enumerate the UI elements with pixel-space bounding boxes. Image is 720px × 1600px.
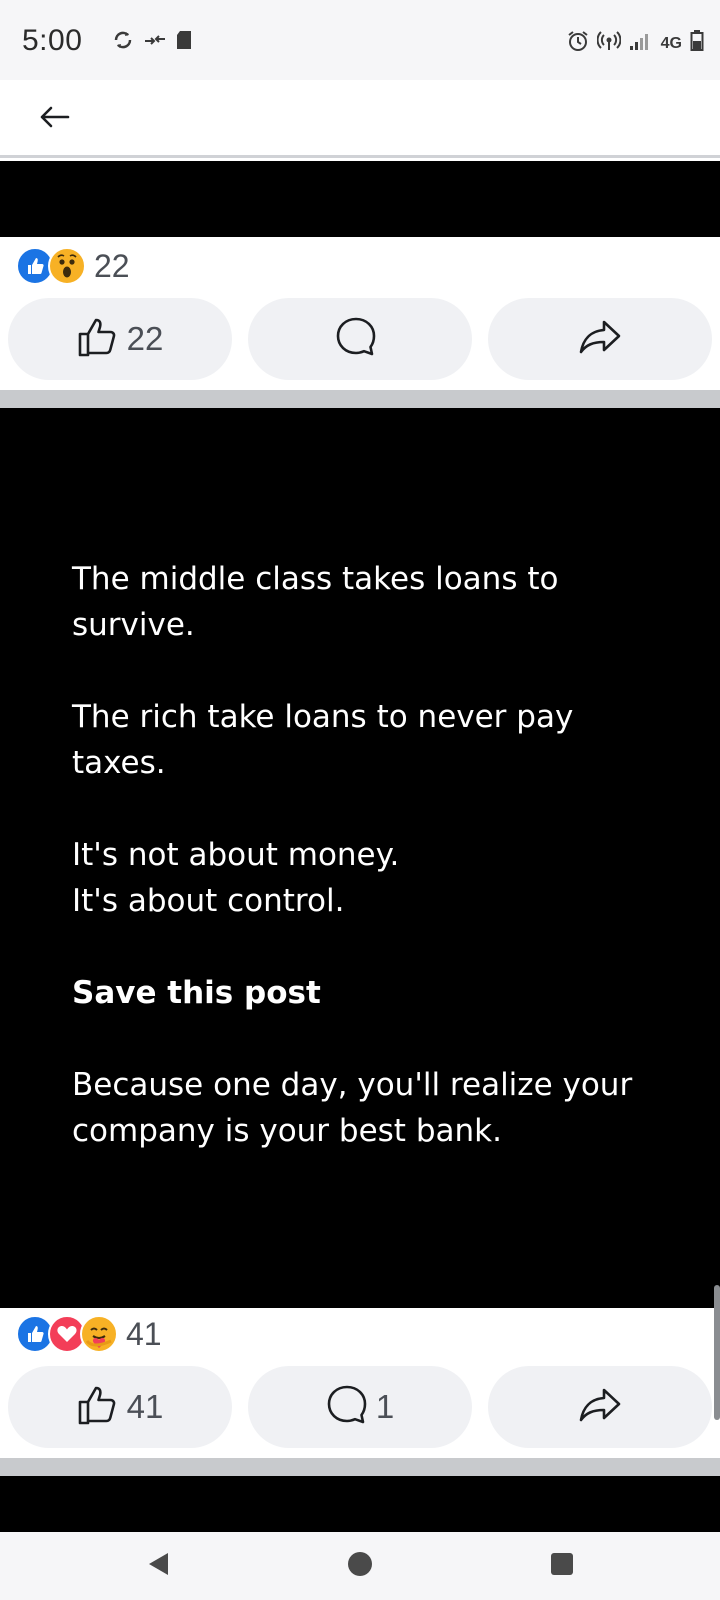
- care-reaction-icon: [80, 1315, 118, 1353]
- post-text-line: The middle class takes loans to survive.: [72, 561, 559, 643]
- status-bar: 5:00 4G: [0, 0, 720, 80]
- like-count: 41: [126, 1388, 164, 1425]
- recents-square-icon: [550, 1552, 574, 1581]
- post-text-line-bold: Save this post: [72, 975, 321, 1011]
- post-actions: 22: [8, 298, 712, 380]
- share-button[interactable]: [488, 1366, 712, 1448]
- comment-button[interactable]: [248, 298, 472, 380]
- system-nav-bar: [0, 1532, 720, 1600]
- nav-back-button[interactable]: [134, 1542, 182, 1590]
- share-icon: [578, 319, 622, 360]
- hotspot-icon: [596, 30, 622, 57]
- like-count: 22: [126, 320, 164, 357]
- network-type-label: 4G: [660, 34, 682, 52]
- post-text-line: It's about control.: [72, 883, 345, 919]
- comment-icon: [335, 316, 377, 363]
- battery-icon: [690, 30, 704, 57]
- post-image-text: The middle class takes loans to survive.…: [72, 556, 672, 1200]
- reactions-summary[interactable]: 41: [16, 1314, 162, 1354]
- reactions-summary[interactable]: 22: [16, 246, 130, 286]
- home-circle-icon: [347, 1551, 373, 1582]
- post-text-line: It's not about money.: [72, 837, 400, 873]
- back-triangle-icon: [146, 1551, 170, 1582]
- like-button[interactable]: 41: [8, 1366, 232, 1448]
- comment-button[interactable]: 1: [248, 1366, 472, 1448]
- wow-reaction-icon: [48, 247, 86, 285]
- status-right-icons: 4G: [567, 30, 704, 57]
- share-button[interactable]: [488, 298, 712, 380]
- reaction-count: 22: [94, 247, 130, 284]
- sync-icon: [112, 30, 134, 55]
- thumbs-up-icon: [77, 317, 119, 362]
- nav-recents-button[interactable]: [538, 1542, 586, 1590]
- next-post-media[interactable]: [0, 1476, 720, 1532]
- status-left-icons: [112, 30, 192, 55]
- like-button[interactable]: 22: [8, 298, 232, 380]
- reaction-count: 41: [126, 1315, 162, 1352]
- nav-home-button[interactable]: [336, 1542, 384, 1590]
- share-icon: [578, 1387, 622, 1428]
- comment-count: 1: [375, 1388, 395, 1425]
- comment-icon: [326, 1384, 368, 1431]
- scrollbar-thumb[interactable]: [714, 1285, 720, 1420]
- post-text-line: The rich take loans to never pay taxes.: [72, 699, 574, 781]
- back-button[interactable]: [30, 98, 78, 140]
- data-transfer-icon: [144, 32, 166, 53]
- post-text-line: Because one day, you'll realize your com…: [72, 1067, 633, 1149]
- post-actions: 41 1: [8, 1366, 712, 1448]
- signal-icon: [629, 31, 653, 56]
- thumbs-up-icon: [77, 1385, 119, 1430]
- status-time: 5:00: [22, 24, 83, 57]
- post-divider: [0, 390, 720, 408]
- arrow-left-icon: [38, 105, 70, 134]
- app-header: [0, 80, 720, 158]
- alarm-icon: [567, 30, 589, 57]
- post-divider: [0, 1458, 720, 1476]
- post-media-top[interactable]: [0, 161, 720, 237]
- sd-card-icon: [176, 30, 192, 55]
